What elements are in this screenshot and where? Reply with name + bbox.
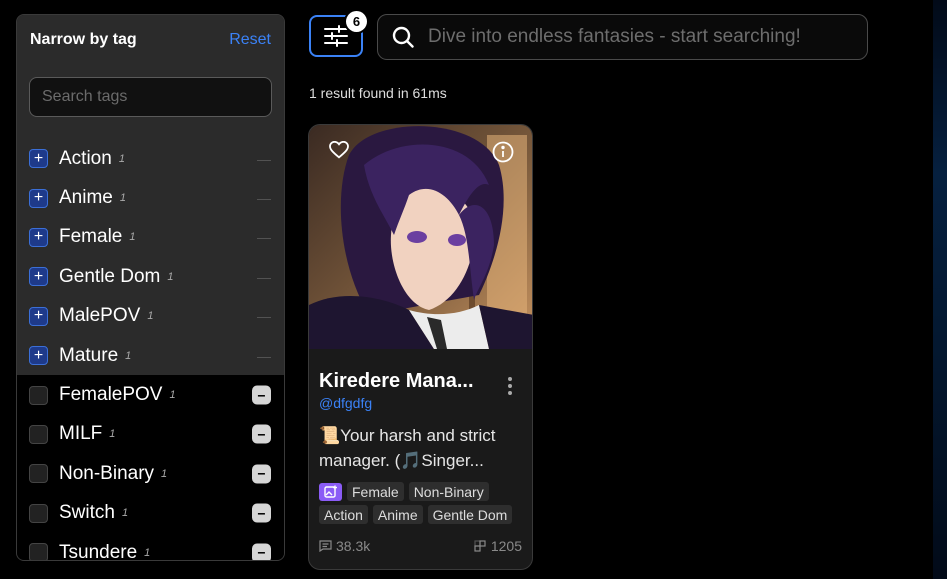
tag-search-input[interactable] [29,77,272,117]
tag-label: Female [59,226,123,248]
tag-checkbox[interactable] [29,464,48,484]
interaction-count-value: 1205 [490,538,522,554]
tag-exclude-dash-icon[interactable]: — [257,269,271,285]
tag-count: 1 [129,231,136,244]
tag-list: + Action 1— + Anime 1— + Female 1— + Gentle Dom 1— +… [17,139,284,561]
tag-label: FemalePOV [59,384,163,406]
tag-row[interactable]: MILF 1 − [17,414,284,455]
tag-label: Gentle Dom [59,265,161,287]
tag-label: MILF [59,423,103,445]
tag-count: 1 [109,428,116,441]
tag-include-plus-icon[interactable]: + [29,227,48,247]
tag-row[interactable]: Switch 1 − [17,493,284,533]
tag-exclude-minus-icon[interactable]: − [252,543,271,560]
tag-row[interactable]: + Female 1 — [17,217,284,258]
tag-label: Anime [59,187,113,209]
tag-exclude-minus-icon[interactable]: − [252,385,271,405]
tag-count: 1 [119,192,126,205]
tag-row[interactable]: + Mature 1 — [17,335,284,376]
tag-label: Tsundere [59,541,138,561]
tag-count: 1 [118,152,125,165]
tag-count: 1 [169,389,176,402]
tag-exclude-dash-icon[interactable]: — [257,348,271,364]
character-description: 📜Your harsh and strict manager. (🎵Singer… [319,426,496,470]
tag-exclude-minus-icon[interactable]: − [252,424,271,444]
tag-exclude-dash-icon[interactable]: — [257,308,271,324]
tag-count: 1 [121,507,129,520]
card-stats: 38.3k 1205 [319,538,522,554]
message-count-value: 38.3k [336,538,371,554]
card-tags-row: Female Non-Binary [319,482,489,501]
interaction-count: 1205 [474,538,522,554]
result-summary: 1 result found in 61ms [309,85,447,101]
tag-row[interactable]: Non-Binary 1 − [17,454,284,494]
tag-exclude-dash-icon[interactable]: — [257,151,271,167]
character-card[interactable]: Kiredere Mana... @dfgdfg 📜Your harsh and… [308,124,533,570]
sliders-icon [324,25,348,47]
search-input[interactable] [426,25,850,49]
tag-label: Non-Binary [59,462,155,484]
card-tag-chip[interactable]: Non-Binary [408,482,489,501]
card-tag-chip[interactable]: Anime [372,505,423,524]
tag-checkbox[interactable] [29,503,48,523]
tag-count: 1 [161,467,168,480]
tag-count: 1 [125,349,132,362]
tag-checkbox[interactable] [29,424,48,444]
tag-row[interactable]: + Action 1 — [17,139,284,179]
tag-count: 1 [147,310,154,323]
tag-include-plus-icon[interactable]: + [29,267,48,287]
tag-include-plus-icon[interactable]: + [29,346,48,366]
tag-exclude-dash-icon[interactable]: — [257,229,271,245]
tag-row[interactable]: + MalePOV 1 — [17,296,284,336]
card-tag-chip[interactable]: Action [319,505,368,524]
tag-row[interactable]: + Gentle Dom 1 — [17,257,284,297]
character-name[interactable]: Kiredere Mana... [319,370,489,393]
image-plus-icon [319,482,342,501]
character-author-link[interactable]: @dfgdfg [319,395,372,411]
tag-label: Switch [59,502,115,524]
tag-exclude-minus-icon[interactable]: − [252,464,271,484]
tag-include-plus-icon[interactable]: + [29,149,48,169]
chat-icon [319,540,332,552]
background-decoration [933,0,947,579]
heart-icon[interactable] [329,141,349,159]
tag-checkbox[interactable] [29,543,48,560]
grid-plus-icon [474,539,486,552]
tag-exclude-dash-icon[interactable]: — [257,190,271,206]
message-count: 38.3k [319,538,370,554]
card-tag-chip[interactable]: Female [347,482,404,501]
tag-panel-title: Narrow by tag [30,31,137,48]
tag-row[interactable]: FemalePOV 1 − [17,375,284,415]
card-tags-row: Action Anime Gentle Dom [319,505,513,524]
tag-search-wrapper [17,65,284,139]
tag-filter-panel: Narrow by tag Reset + Action 1 — + Anime 1 — + Fe… [16,14,285,561]
more-vertical-icon[interactable] [505,375,515,397]
tag-count: 1 [144,546,151,559]
tag-label: MalePOV [59,305,141,327]
tag-checkbox[interactable] [29,385,48,405]
tag-row[interactable]: + Anime 1 — [17,178,284,218]
reset-button[interactable]: Reset [229,31,271,49]
search-icon [392,26,414,48]
tag-panel-header: Narrow by tag Reset [17,15,284,65]
search-bar[interactable] [377,14,868,60]
filter-count-badge: 6 [346,11,367,32]
tag-count: 1 [167,270,174,283]
info-icon[interactable] [492,141,514,163]
card-tag-chip[interactable]: Gentle Dom [427,505,513,524]
tag-label: Mature [59,344,119,366]
tag-include-plus-icon[interactable]: + [29,188,48,208]
tag-row[interactable]: Tsundere 1 − [17,532,284,561]
tag-label: Action [59,147,112,169]
tag-exclude-minus-icon[interactable]: − [252,503,271,523]
tag-include-plus-icon[interactable]: + [29,306,48,326]
